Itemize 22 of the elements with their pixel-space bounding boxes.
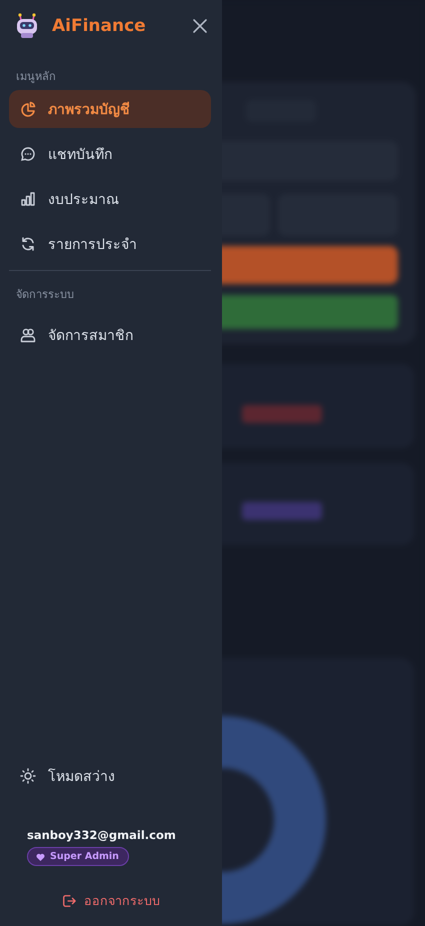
bar-chart-icon [20,191,36,207]
heart-icon [36,852,45,860]
sidebar-item[interactable]: ภาพรวมบัญชี [9,90,211,128]
section-heading: เมนูหลัก [15,69,57,85]
chat-bubble-icon [20,146,36,162]
logout-button[interactable]: ออกจากระบบ [56,890,166,912]
robot-icon [14,13,40,39]
sidebar-item[interactable]: งบประมาณ [9,180,211,218]
theme-toggle[interactable]: โหมดสว่าง [9,759,211,793]
app-logo-text: AiFinance [52,16,147,36]
logout-icon [62,894,76,908]
section-heading: จัดการระบบ [15,287,75,303]
user-email: sanboy332@gmail.com [27,828,177,842]
users-icon [20,327,36,343]
refresh-icon [20,236,36,252]
pie-chart-icon [20,101,36,117]
sun-icon [20,768,36,784]
sidebar-item[interactable]: รายการประจำ [9,225,211,263]
sidebar-item[interactable]: แชทบันทึก [9,135,211,173]
sidebar-item[interactable]: จัดการสมาชิก [9,316,211,354]
role-badge: Super Admin [27,847,129,866]
close-icon[interactable] [192,18,208,34]
